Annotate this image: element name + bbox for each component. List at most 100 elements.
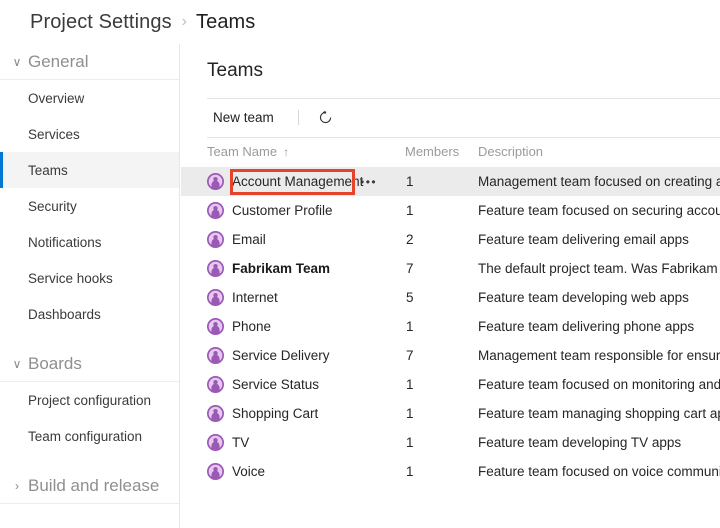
cell-description: Feature team focused on monitoring and bbox=[478, 377, 720, 392]
cell-members-count: 2 bbox=[406, 232, 414, 247]
cell-description: Feature team delivering phone apps bbox=[478, 319, 695, 334]
chevron-right-icon: › bbox=[15, 478, 19, 493]
cell-team-name[interactable]: Phone bbox=[207, 312, 271, 341]
cell-team-name[interactable]: Service Delivery bbox=[207, 341, 330, 370]
sort-ascending-icon: ↑ bbox=[283, 145, 290, 159]
cell-members-count: 1 bbox=[406, 319, 414, 334]
teams-grid-body: Account Management ••• 1 Management team fo… bbox=[181, 167, 720, 528]
cell-members-count: 7 bbox=[406, 348, 414, 363]
team-name-label: Account Management bbox=[232, 173, 364, 189]
new-team-button[interactable]: New team bbox=[207, 111, 280, 125]
team-name-label: Email bbox=[232, 231, 266, 247]
team-name-label: Shopping Cart bbox=[232, 405, 319, 421]
team-name-label: Phone bbox=[232, 318, 272, 334]
team-name-label: Internet bbox=[232, 289, 278, 305]
team-icon bbox=[207, 260, 224, 277]
toolbar-bottom-divider bbox=[207, 137, 720, 138]
team-name-label: Service Status bbox=[232, 376, 320, 392]
sidebar-group-label: General bbox=[28, 51, 89, 71]
sidebar-item-dashboards[interactable]: Dashboards bbox=[0, 296, 179, 332]
sidebar-item-team-configuration[interactable]: Team configuration bbox=[0, 418, 179, 454]
sidebar-group-boards[interactable]: ∨ Boards bbox=[0, 346, 179, 382]
cell-team-name[interactable]: Internet bbox=[207, 283, 278, 312]
sidebar-item-security[interactable]: Security bbox=[0, 188, 179, 224]
team-name-label: Fabrikam Team bbox=[232, 260, 331, 276]
cell-members-count: 1 bbox=[406, 464, 414, 479]
column-header-description[interactable]: Description bbox=[478, 144, 543, 159]
team-name-label: Customer Profile bbox=[232, 202, 333, 218]
sidebar-group-build-and-release[interactable]: › Build and release bbox=[0, 468, 179, 504]
cell-members-count: 1 bbox=[406, 435, 414, 450]
team-name-label: Voice bbox=[232, 463, 266, 479]
cell-description: Feature team focused on securing account bbox=[478, 203, 720, 218]
team-icon bbox=[207, 318, 224, 335]
refresh-icon[interactable] bbox=[315, 107, 337, 129]
sidebar-item-services[interactable]: Services bbox=[0, 116, 179, 152]
sidebar-item-project-configuration[interactable]: Project configuration bbox=[0, 382, 179, 418]
cell-team-name[interactable]: Service Status bbox=[207, 370, 319, 399]
table-row[interactable]: Service Status 1 Feature team focused on m… bbox=[181, 370, 720, 399]
breadcrumb-separator-icon: › bbox=[181, 13, 187, 30]
teams-toolbar: New team bbox=[207, 98, 337, 137]
sidebar-item-teams[interactable]: Teams bbox=[0, 152, 179, 188]
sidebar-group-spacer bbox=[0, 332, 179, 346]
team-icon bbox=[207, 463, 224, 480]
row-more-actions-icon[interactable]: ••• bbox=[360, 167, 377, 196]
breadcrumb-project-settings[interactable]: Project Settings bbox=[30, 11, 172, 34]
cell-team-name[interactable]: Fabrikam Team bbox=[207, 254, 330, 283]
table-row[interactable]: Account Management ••• 1 Management team fo… bbox=[181, 167, 720, 196]
team-icon bbox=[207, 231, 224, 248]
teams-main-pane: Teams New team Team Name ↑ Members Descri… bbox=[181, 44, 720, 528]
team-icon bbox=[207, 434, 224, 451]
sidebar-item-service-hooks[interactable]: Service hooks bbox=[0, 260, 179, 296]
cell-description: The default project team. Was Fabrikam F… bbox=[478, 261, 720, 276]
cell-team-name[interactable]: Shopping Cart bbox=[207, 399, 318, 428]
sidebar-item-label: Project configuration bbox=[28, 392, 152, 408]
table-row[interactable]: Email 2 Feature team delivering email apps bbox=[181, 225, 720, 254]
team-icon bbox=[207, 173, 224, 190]
cell-members-count: 1 bbox=[406, 406, 414, 421]
table-row[interactable]: Internet 5 Feature team developing web app… bbox=[181, 283, 720, 312]
cell-members-count: 1 bbox=[406, 203, 414, 218]
cell-team-name[interactable]: Account Management bbox=[207, 167, 363, 196]
cell-description: Feature team managing shopping cart app bbox=[478, 406, 720, 421]
cell-description: Management team responsible for ensure bbox=[478, 348, 720, 363]
table-row[interactable]: Service Delivery 7 Management team respons… bbox=[181, 341, 720, 370]
sidebar-item-label: Dashboards bbox=[28, 306, 101, 322]
chevron-down-icon: ∨ bbox=[12, 54, 22, 69]
cell-team-name[interactable]: Customer Profile bbox=[207, 196, 333, 225]
column-header-members[interactable]: Members bbox=[405, 144, 459, 159]
sidebar-item-notifications[interactable]: Notifications bbox=[0, 224, 179, 260]
sidebar-item-label: Service hooks bbox=[28, 270, 113, 286]
sidebar-group-spacer bbox=[0, 454, 179, 468]
cell-team-name[interactable]: Voice bbox=[207, 457, 265, 486]
table-row[interactable]: Shopping Cart 1 Feature team managing shop… bbox=[181, 399, 720, 428]
cell-description: Feature team developing TV apps bbox=[478, 435, 682, 450]
breadcrumb: Project Settings › Teams bbox=[0, 0, 720, 44]
cell-members-count: 1 bbox=[406, 377, 414, 392]
cell-team-name[interactable]: Email bbox=[207, 225, 266, 254]
sidebar-group-general[interactable]: ∨ General bbox=[0, 44, 179, 80]
cell-members-count: 5 bbox=[406, 290, 414, 305]
sidebar-group-label: Boards bbox=[28, 353, 82, 373]
cell-team-name[interactable]: TV bbox=[207, 428, 249, 457]
table-row[interactable]: Fabrikam Team 7 The default project team. … bbox=[181, 254, 720, 283]
table-row[interactable]: Phone 1 Feature team delivering phone apps bbox=[181, 312, 720, 341]
table-row[interactable]: TV 1 Feature team developing TV apps bbox=[181, 428, 720, 457]
team-name-label: Service Delivery bbox=[232, 347, 330, 363]
sidebar-item-overview[interactable]: Overview bbox=[0, 80, 179, 116]
project-settings-teams-page: Project Settings › Teams ∨ General Overvie… bbox=[0, 0, 720, 528]
team-icon bbox=[207, 347, 224, 364]
settings-sidebar: ∨ General Overview Services Teams Security Not… bbox=[0, 44, 180, 528]
breadcrumb-teams: Teams bbox=[196, 10, 256, 33]
cell-members-count: 1 bbox=[406, 174, 414, 189]
table-row[interactable]: Voice 1 Feature team focused on voice comm… bbox=[181, 457, 720, 486]
sidebar-item-label: Teams bbox=[28, 162, 68, 178]
sidebar-item-label: Team configuration bbox=[28, 428, 143, 444]
sidebar-item-label: Overview bbox=[28, 90, 85, 106]
column-header-team-name[interactable]: Team Name ↑ bbox=[207, 144, 289, 159]
cell-members-count: 7 bbox=[406, 261, 414, 276]
table-row[interactable]: Customer Profile 1 Feature team focused on… bbox=[181, 196, 720, 225]
team-icon bbox=[207, 289, 224, 306]
sidebar-item-label: Services bbox=[28, 126, 80, 142]
